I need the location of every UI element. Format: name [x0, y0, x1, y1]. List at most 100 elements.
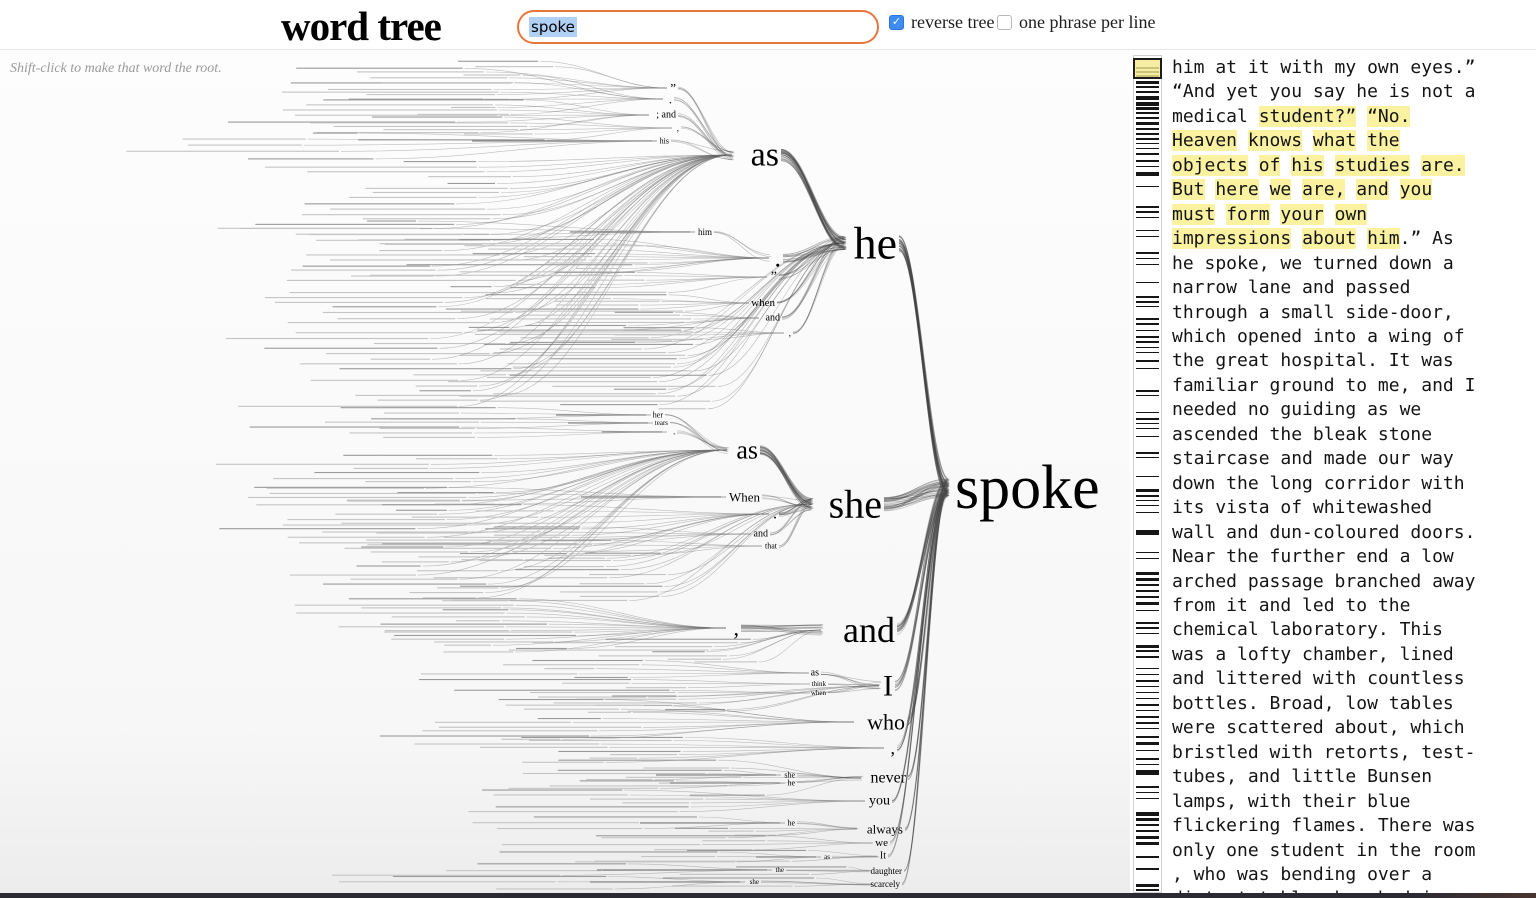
- phrase-text-line: [384, 413, 459, 414]
- search-input[interactable]: spoke: [517, 10, 879, 44]
- source-text-line: and littered with countless: [1172, 667, 1536, 691]
- tree-word[interactable]: .: [773, 506, 777, 523]
- tree-branch-curve: [714, 232, 770, 254]
- tree-word[interactable]: as: [736, 436, 758, 465]
- tree-word[interactable]: think: [812, 680, 827, 688]
- phrase-text-line: [450, 286, 491, 287]
- text-segment: [1215, 204, 1226, 225]
- phrase-text-line: [248, 497, 466, 498]
- tree-root-word[interactable]: spoke: [955, 454, 1100, 522]
- phrase-text-line: [264, 348, 437, 349]
- tree-word[interactable]: tears: [655, 419, 668, 427]
- source-text-panel[interactable]: him at it with my own eyes.”“And yet you…: [1172, 50, 1536, 893]
- tree-word[interactable]: as: [824, 853, 830, 861]
- tree-word[interactable]: .: [669, 92, 672, 107]
- tree-word[interactable]: It: [880, 851, 886, 862]
- tree-branch-curve: [597, 277, 767, 288]
- tree-word[interactable]: ,: [673, 428, 675, 436]
- phrase-text-line: [501, 739, 560, 740]
- text-segment: [1270, 204, 1281, 225]
- tree-word[interactable]: ,: [891, 738, 896, 758]
- highlighted-word: here: [1215, 179, 1258, 200]
- tree-word[interactable]: and: [843, 610, 895, 650]
- phrase-text-line: [382, 504, 522, 505]
- phrase-text-line: [283, 525, 467, 526]
- minimap-bar: [1136, 710, 1159, 711]
- tree-word[interactable]: you: [869, 794, 890, 809]
- minimap-viewport[interactable]: [1133, 58, 1162, 79]
- text-segment: [1248, 155, 1259, 176]
- phrase-text-line: [126, 151, 339, 152]
- tree-word[interactable]: he: [854, 218, 897, 269]
- phrase-text-line: [503, 664, 639, 665]
- minimap-bar: [1136, 412, 1159, 413]
- tree-word[interactable]: daughter: [871, 866, 903, 876]
- one-phrase-per-line-checkbox[interactable]: ✓: [997, 15, 1012, 30]
- tree-branch-curve: [888, 486, 948, 857]
- minimap-bar: [1136, 552, 1159, 553]
- tree-word[interactable]: I: [883, 670, 893, 703]
- highlighted-word: student?”: [1259, 106, 1357, 127]
- tree-word[interactable]: we: [875, 837, 888, 849]
- text-segment: staircase and made our way: [1172, 448, 1454, 469]
- minimap-bar: [1136, 91, 1159, 93]
- tree-word[interactable]: when: [811, 689, 827, 697]
- phrase-text-line: [382, 561, 449, 562]
- minimap-bar: [1136, 505, 1159, 506]
- text-segment: from it and led to the: [1172, 595, 1410, 616]
- minimap-bar: [1136, 236, 1159, 237]
- tree-word[interactable]: ,: [789, 328, 791, 338]
- tree-word[interactable]: the: [775, 866, 784, 874]
- reverse-tree-checkbox[interactable]: ✓: [889, 15, 904, 30]
- tree-word[interactable]: ,: [677, 123, 679, 133]
- phrase-text-line: [371, 359, 431, 360]
- phrase-text-line: [486, 294, 667, 295]
- tree-word[interactable]: she: [750, 878, 759, 886]
- tree-word[interactable]: he: [787, 819, 795, 828]
- text-segment: [1345, 179, 1356, 200]
- phrase-text-line: [431, 259, 586, 260]
- tree-word[interactable]: and: [754, 529, 768, 540]
- text-segment: chemical laboratory. This: [1172, 619, 1443, 640]
- tree-word[interactable]: When: [729, 490, 761, 505]
- phrase-text-line: [238, 406, 457, 407]
- phrase-text-line: [296, 68, 462, 69]
- word-tree-visualization[interactable]: spoke”.; and,hisashim.”whenand,hehertear…: [0, 50, 1130, 898]
- text-segment: [1259, 179, 1270, 200]
- tree-word[interactable]: .: [775, 244, 782, 273]
- tree-word[interactable]: as: [811, 668, 819, 679]
- minimap-bar: [1136, 758, 1159, 760]
- tree-word[interactable]: when: [751, 297, 775, 309]
- phrase-text-line: [486, 298, 611, 299]
- phrase-text-line: [524, 709, 619, 710]
- one-phrase-per-line-toggle[interactable]: ✓ one phrase per line: [997, 12, 1155, 33]
- tree-word[interactable]: ,: [734, 616, 740, 641]
- reverse-tree-toggle[interactable]: ✓ reverse tree: [889, 12, 994, 33]
- tree-canvas[interactable]: Shift-click to make that word the root. …: [0, 50, 1130, 898]
- tree-word[interactable]: scarcely: [871, 879, 901, 889]
- tree-word[interactable]: he: [787, 779, 795, 788]
- phrase-text-line: [442, 600, 508, 601]
- phrase-text-line: [351, 579, 458, 580]
- phrase-text-line: [394, 635, 576, 636]
- phrase-text-line: [576, 268, 619, 269]
- text-minimap[interactable]: [1133, 55, 1162, 893]
- tree-word[interactable]: his: [660, 137, 669, 146]
- phrase-text-line: [587, 280, 644, 281]
- tree-word[interactable]: as: [751, 137, 779, 174]
- phrase-text-line: [588, 712, 631, 713]
- tree-word[interactable]: ; and: [656, 110, 676, 121]
- text-segment: narrow lane and passed: [1172, 277, 1410, 298]
- tree-word[interactable]: she: [829, 482, 882, 527]
- tree-word[interactable]: and: [766, 313, 780, 324]
- phrase-text-line: [663, 877, 814, 878]
- text-segment: [1302, 130, 1313, 151]
- tree-word[interactable]: him: [698, 227, 712, 237]
- phrase-text-line: [556, 414, 646, 415]
- tree-word[interactable]: who: [867, 710, 905, 735]
- tree-word[interactable]: that: [765, 542, 778, 551]
- text-segment: were scattered about, which: [1172, 717, 1465, 738]
- tree-word[interactable]: ”: [771, 270, 777, 285]
- phrase-text-line: [283, 109, 497, 110]
- phrase-text-line: [496, 888, 612, 889]
